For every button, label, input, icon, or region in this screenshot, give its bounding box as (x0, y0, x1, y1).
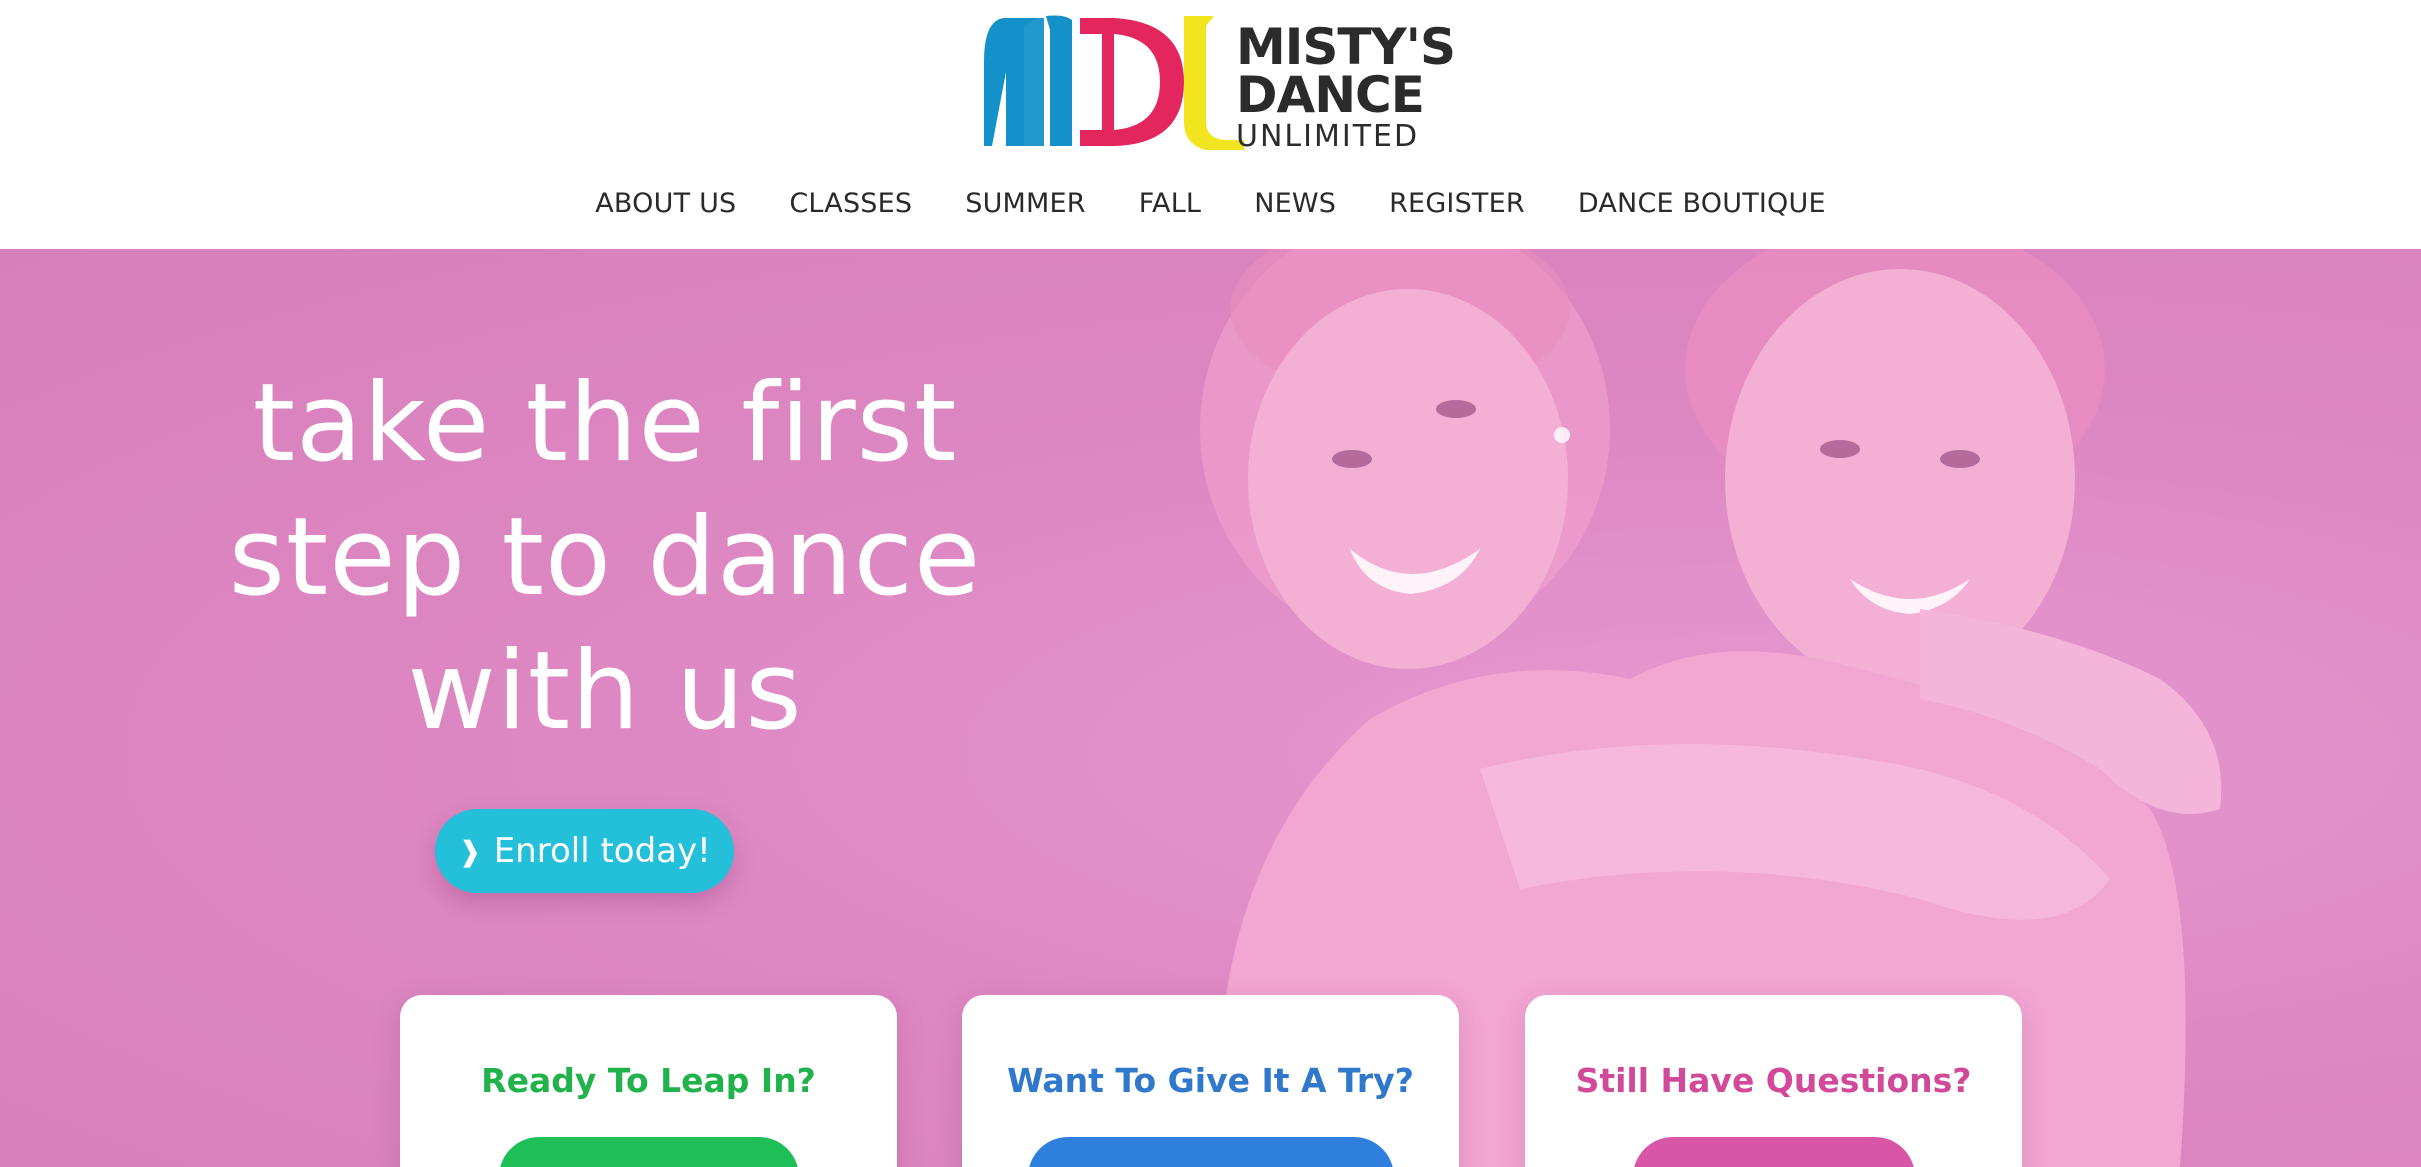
logo-wordmark: MISTY'S DANCE UNLIMITED (1236, 18, 1456, 154)
card-title: Want To Give It A Try? (1007, 1061, 1414, 1100)
card-ready-to-leap-in: Ready To Leap In? (400, 995, 897, 1167)
nav-item-about-us[interactable]: ABOUT US (569, 184, 763, 224)
site-logo[interactable]: MISTY'S DANCE UNLIMITED (984, 12, 1456, 152)
main-nav: ABOUT US CLASSES SUMMER FALL NEWS REGIST… (0, 184, 2421, 224)
nav-item-register[interactable]: REGISTER (1363, 184, 1552, 224)
nav-item-fall[interactable]: FALL (1112, 184, 1227, 224)
hero-section: take the first step to dance with us ❱ E… (0, 249, 2421, 1167)
nav-item-classes[interactable]: CLASSES (763, 184, 939, 224)
hero-headline: take the first step to dance with us (170, 357, 1040, 759)
logo-text-dance: DANCE (1236, 66, 1425, 124)
nav-item-news[interactable]: NEWS (1228, 184, 1363, 224)
mdu-logo-mark (984, 15, 1244, 150)
card-title: Still Have Questions? (1575, 1061, 1972, 1100)
nav-item-summer[interactable]: SUMMER (939, 184, 1113, 224)
site-header: MISTY'S DANCE UNLIMITED ABOUT US CLASSES… (0, 0, 2421, 249)
card-ready-to-leap-in-button[interactable] (498, 1137, 799, 1167)
hero-headline-line-3: with us (407, 629, 803, 754)
card-want-to-give-it-a-try: Want To Give It A Try? (962, 995, 1459, 1167)
hero-headline-line-1: take the first (252, 361, 958, 486)
logo-text-unlimited: UNLIMITED (1236, 119, 1420, 154)
enroll-today-label: Enroll today! (493, 831, 711, 871)
chevron-right-icon: ❱ (458, 834, 482, 868)
card-title: Ready To Leap In? (481, 1061, 816, 1100)
logo-text-mistys: MISTY'S (1236, 18, 1456, 76)
nav-item-dance-boutique[interactable]: DANCE BOUTIQUE (1551, 184, 1852, 224)
enroll-today-button[interactable]: ❱ Enroll today! (435, 809, 734, 893)
card-still-have-questions-button[interactable] (1632, 1137, 1915, 1167)
card-still-have-questions: Still Have Questions? (1525, 995, 2022, 1167)
hero-headline-line-2: step to dance (228, 495, 982, 620)
card-want-to-give-it-a-try-button[interactable] (1027, 1137, 1394, 1167)
